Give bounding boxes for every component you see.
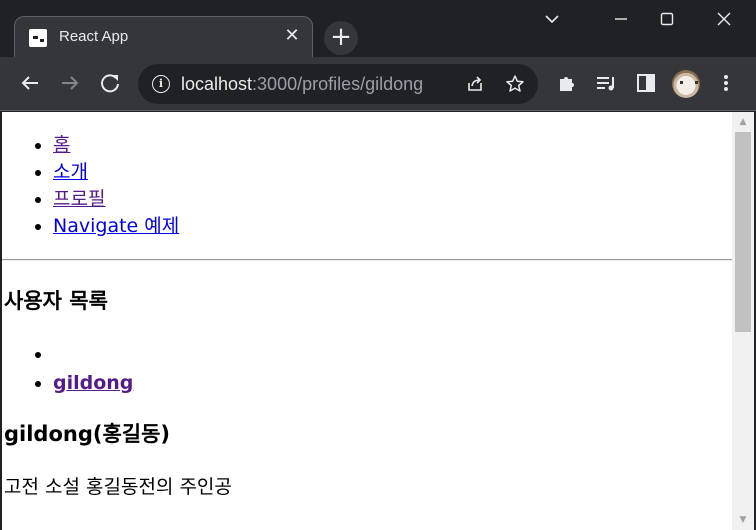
media-icon[interactable] — [592, 69, 620, 97]
users-heading: 사용자 목록 — [4, 289, 108, 313]
tab-react-app[interactable]: React App ✕ — [14, 16, 313, 58]
tab-close-button[interactable]: ✕ — [282, 26, 302, 46]
nav-list: 홈 소개 프로필 Navigate 예제 — [53, 132, 179, 240]
forward-icon[interactable] — [56, 69, 84, 97]
scroll-up-arrow-icon[interactable]: ▲ — [732, 112, 754, 132]
minimize-button[interactable] — [610, 8, 632, 30]
user-list: gildong — [53, 340, 133, 398]
avatar[interactable] — [672, 70, 700, 98]
nav-link-profiles[interactable]: 프로필 — [53, 188, 105, 210]
nav-link-navigate[interactable]: Navigate 예제 — [53, 215, 179, 237]
reload-icon[interactable] — [96, 69, 124, 97]
maximize-button[interactable] — [656, 8, 678, 30]
scroll-thumb[interactable] — [735, 132, 751, 332]
star-icon[interactable] — [504, 73, 526, 95]
nav-item-profiles: 프로필 — [53, 186, 179, 213]
menu-icon[interactable] — [712, 69, 740, 97]
new-tab-button[interactable]: + — [324, 21, 358, 55]
nav-link-home[interactable]: 홈 — [53, 134, 70, 156]
user-list-item: gildong — [53, 369, 133, 398]
page-viewport: 홈 소개 프로필 Navigate 예제 사용자 목록 gildong gild… — [2, 112, 754, 530]
url-text[interactable]: localhost:3000/profiles/gildong — [181, 74, 423, 95]
nav-link-about[interactable]: 소개 — [53, 161, 88, 183]
nav-item-about: 소개 — [53, 159, 179, 186]
address-bar[interactable]: i localhost:3000/profiles/gildong — [138, 64, 538, 104]
browser-toolbar: i localhost:3000/profiles/gildong — [0, 57, 756, 111]
nav-item-navigate: Navigate 예제 — [53, 213, 179, 240]
user-link-gildong[interactable]: gildong — [53, 372, 133, 394]
profile-description: 고전 소설 홍길동전의 주인공 — [4, 476, 232, 498]
scroll-down-arrow-icon[interactable]: ▼ — [732, 510, 754, 530]
tab-title: React App — [59, 28, 129, 45]
tab-strip: React App ✕ + — [0, 0, 756, 58]
nav-item-home: 홈 — [53, 132, 179, 159]
vertical-scrollbar[interactable]: ▲ ▼ — [732, 112, 754, 530]
profile-heading: gildong(홍길동) — [4, 422, 171, 446]
share-icon[interactable] — [464, 73, 486, 95]
react-favicon-icon — [29, 29, 47, 47]
info-icon[interactable]: i — [152, 75, 170, 93]
minimize-chevron-icon[interactable] — [541, 8, 563, 30]
react-app-page: 홈 소개 프로필 Navigate 예제 사용자 목록 gildong gild… — [2, 112, 732, 530]
side-panel-icon[interactable] — [632, 69, 660, 97]
back-icon[interactable] — [16, 69, 44, 97]
extensions-icon[interactable] — [552, 69, 580, 97]
divider — [2, 259, 732, 261]
user-list-item — [53, 340, 133, 369]
close-window-button[interactable] — [713, 8, 735, 30]
